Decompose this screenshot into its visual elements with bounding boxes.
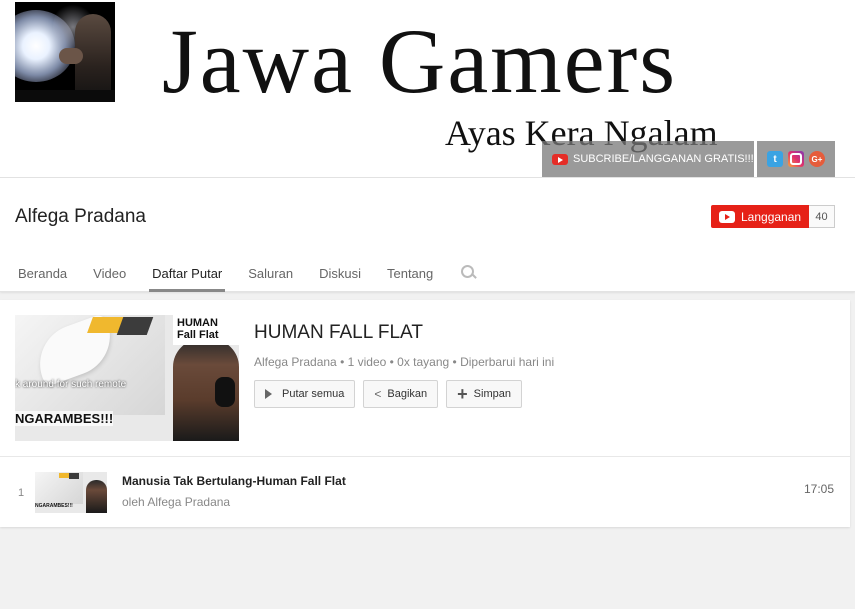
channel-tabs: Beranda Video Daftar Putar Saluran Disku… <box>15 256 476 292</box>
playlist-card: k around for such remote NGARAMBES!!! HU… <box>0 300 850 527</box>
playlist-title[interactable]: HUMAN FALL FLAT <box>254 322 423 344</box>
subscribe-button[interactable]: Langganan <box>711 205 809 228</box>
thumb-big-text: NGARAMBES!!! <box>35 503 73 509</box>
google-plus-icon[interactable]: G+ <box>809 151 825 167</box>
tab-diskusi[interactable]: Diskusi <box>316 256 364 292</box>
save-button[interactable]: + Simpan <box>446 380 522 408</box>
avatar-hand <box>59 48 83 64</box>
tab-daftar-putar[interactable]: Daftar Putar <box>149 256 226 292</box>
instagram-icon[interactable] <box>788 151 804 167</box>
thumb-overlay-text: k around for such remote <box>15 379 127 390</box>
play-icon <box>265 389 272 399</box>
thumb-face <box>86 480 107 513</box>
plus-icon: + <box>457 384 468 404</box>
tab-tentang[interactable]: Tentang <box>384 256 436 292</box>
thumb-big-text: NGARAMBES!!! <box>15 411 114 426</box>
thumb-block-dark <box>69 473 79 479</box>
video-thumbnail[interactable]: NGARAMBES!!! <box>35 472 107 513</box>
headphone-icon <box>215 377 235 407</box>
playlist-actions: Putar semua < Bagikan + Simpan <box>254 380 522 408</box>
share-button[interactable]: < Bagikan <box>363 380 439 408</box>
avatar-bottom-strip <box>15 90 115 102</box>
share-label: Bagikan <box>387 388 428 400</box>
save-label: Simpan <box>473 388 511 400</box>
twitter-icon[interactable]: t <box>767 151 783 167</box>
search-icon[interactable] <box>460 256 476 292</box>
youtube-icon <box>719 210 735 223</box>
banner-subscribe-label: SUBCRIBE/LANGGANAN GRATIS!!!! <box>573 153 757 165</box>
play-all-label: Putar semua <box>282 388 345 400</box>
thumb-logo-line1: HUMAN <box>177 317 218 329</box>
video-title[interactable]: Manusia Tak Bertulang-Human Fall Flat <box>122 474 346 488</box>
thumb-game-logo: HUMAN Fall Flat <box>173 315 239 345</box>
playlist-thumbnail[interactable]: k around for such remote NGARAMBES!!! HU… <box>15 315 239 441</box>
channel-banner: Jawa Gamers Ayas Kera Ngalam SUBCRIBE/LA… <box>0 0 855 178</box>
banner-subscribe-link[interactable]: SUBCRIBE/LANGGANAN GRATIS!!!! <box>542 141 757 177</box>
play-all-button[interactable]: Putar semua <box>254 380 356 408</box>
banner-social-links: t G+ <box>757 141 835 177</box>
playlist-meta: Alfega Pradana • 1 video • 0x tayang • D… <box>254 355 555 369</box>
channel-header: Alfega Pradana Langganan 40 Beranda Vide… <box>0 178 855 292</box>
subscribe-label: Langganan <box>741 209 802 224</box>
banner-title: Jawa Gamers <box>162 10 678 112</box>
youtube-icon <box>552 153 568 165</box>
thumb-logo-line2: Fall Flat <box>177 329 219 341</box>
list-item[interactable]: 1 NGARAMBES!!! Manusia Tak Bertulang-Hum… <box>0 457 850 527</box>
tab-video[interactable]: Video <box>90 256 129 292</box>
video-index: 1 <box>18 487 25 499</box>
tab-beranda[interactable]: Beranda <box>15 256 70 292</box>
tab-saluran[interactable]: Saluran <box>245 256 296 292</box>
video-duration: 17:05 <box>804 482 835 496</box>
subscriber-count: 40 <box>809 205 835 228</box>
channel-name[interactable]: Alfega Pradana <box>15 206 146 228</box>
channel-avatar[interactable] <box>15 2 115 102</box>
share-icon: < <box>374 387 382 401</box>
video-author[interactable]: oleh Alfega Pradana <box>122 495 230 509</box>
